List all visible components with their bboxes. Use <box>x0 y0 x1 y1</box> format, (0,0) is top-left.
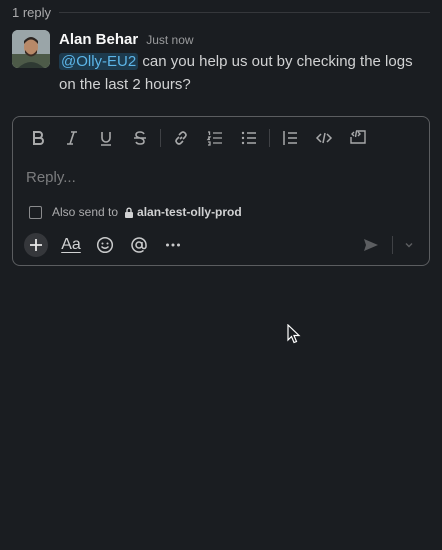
author-name[interactable]: Alan Behar <box>59 31 138 48</box>
strikethrough-icon[interactable] <box>123 125 157 151</box>
channel-reference: alan-test-olly-prod <box>124 205 242 219</box>
reply-count: 1 reply <box>12 4 52 20</box>
plus-icon[interactable] <box>24 233 48 257</box>
text-format-icon: Aa <box>61 236 81 253</box>
user-mention[interactable]: @Olly-EU2 <box>59 53 139 70</box>
send-controls <box>354 230 421 260</box>
send-separator <box>392 236 393 254</box>
also-send-checkbox[interactable] <box>29 205 42 219</box>
blockquote-icon[interactable] <box>273 125 307 151</box>
reply-composer: Reply... Also send to alan-test-olly-pro… <box>12 116 430 266</box>
send-icon[interactable] <box>354 230 388 260</box>
toolbar-separator <box>269 129 270 147</box>
toolbar-separator <box>160 129 161 147</box>
emoji-icon[interactable] <box>88 230 122 260</box>
more-icon[interactable] <box>156 230 190 260</box>
mouse-cursor-icon <box>287 323 301 349</box>
message-text: @Olly-EU2 can you help us out by checkin… <box>59 50 432 96</box>
composer-actions: Aa <box>21 230 421 260</box>
italic-icon[interactable] <box>55 125 89 151</box>
formatting-toolbar <box>21 125 375 151</box>
lock-icon <box>125 207 134 218</box>
channel-name: alan-test-olly-prod <box>137 205 242 219</box>
reply-input[interactable]: Reply... <box>26 167 416 189</box>
chevron-down-icon[interactable] <box>397 230 421 260</box>
text-format-button[interactable]: Aa <box>54 230 88 260</box>
message-timestamp[interactable]: Just now <box>146 33 193 47</box>
divider-line <box>59 11 430 13</box>
bold-icon[interactable] <box>21 125 55 151</box>
avatar[interactable] <box>12 30 50 68</box>
underline-icon[interactable] <box>89 125 123 151</box>
code-icon[interactable] <box>307 125 341 151</box>
also-send-label: Also send to <box>52 205 119 219</box>
also-send-option: Also send to alan-test-olly-prod <box>29 205 242 219</box>
bulleted-list-icon[interactable] <box>232 125 266 151</box>
ordered-list-icon[interactable] <box>198 125 232 151</box>
mention-icon[interactable] <box>122 230 156 260</box>
link-icon[interactable] <box>164 125 198 151</box>
thread-message: Alan Behar Just now @Olly-EU2 can you he… <box>12 30 432 96</box>
code-block-icon[interactable] <box>341 125 375 151</box>
thread-reply-divider: 1 reply <box>12 4 430 20</box>
